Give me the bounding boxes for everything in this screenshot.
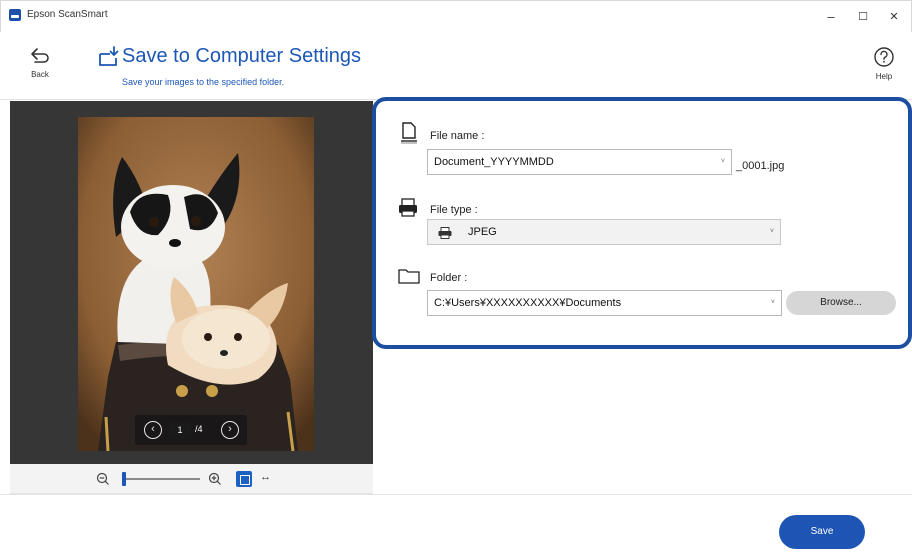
scanned-photo-preview[interactable]: [78, 117, 314, 451]
dog-photo-image: [78, 117, 314, 451]
zoom-in-icon[interactable]: [208, 472, 222, 486]
help-label: Help: [875, 72, 893, 81]
next-page-button[interactable]: ›: [221, 421, 239, 439]
title-bar: Epson ScanSmart – ☐ ✕: [0, 0, 912, 32]
zoom-out-icon[interactable]: [96, 472, 110, 486]
previous-page-button[interactable]: ‹: [144, 421, 162, 439]
back-arrow-icon: [31, 48, 49, 63]
zoom-slider-track[interactable]: [122, 478, 200, 480]
folder-dropdown-icon[interactable]: ˅: [771, 291, 775, 315]
folder-icon: [398, 269, 420, 284]
page-header: Back Save to Computer Settings Save your…: [0, 32, 912, 100]
file-type-value: JPEG: [468, 226, 497, 238]
help-icon: [874, 47, 894, 67]
jpeg-format-icon: [438, 227, 452, 239]
fit-to-window-icon[interactable]: [236, 471, 252, 487]
file-name-icon: [401, 122, 417, 144]
folder-label: Folder :: [430, 272, 468, 284]
file-name-suffix: _0001.jpg: [736, 160, 785, 172]
browse-button[interactable]: Browse...: [786, 291, 896, 315]
folder-path-combobox[interactable]: C:¥Users¥XXXXXXXXXX¥Documents ˅: [427, 290, 782, 316]
folder-path-value: C:¥Users¥XXXXXXXXXX¥Documents: [434, 297, 622, 309]
file-name-label: File name :: [430, 130, 485, 142]
file-name-combobox[interactable]: Document_YYYYMMDD ˅: [427, 149, 732, 175]
page-title: Save to Computer Settings: [122, 45, 362, 67]
app-icon: [9, 9, 21, 21]
window-title: Epson ScanSmart: [27, 9, 108, 20]
file-type-label: File type :: [430, 204, 478, 216]
file-type-dropdown-icon[interactable]: ˅: [770, 220, 774, 244]
help-button[interactable]: Help: [866, 46, 902, 90]
total-pages-label: /4: [195, 424, 203, 434]
footer-divider: [0, 494, 912, 495]
file-type-select[interactable]: JPEG ˅: [427, 219, 781, 245]
file-type-icon: [399, 198, 417, 217]
zoom-slider-thumb[interactable]: [122, 472, 126, 486]
zoom-toolbar: ↔: [10, 464, 373, 494]
maximize-button[interactable]: ☐: [853, 7, 873, 27]
back-label: Back: [31, 70, 49, 79]
save-button[interactable]: Save: [779, 515, 865, 549]
close-button[interactable]: ✕: [884, 7, 904, 27]
minimize-button[interactable]: –: [821, 7, 841, 27]
current-page-field[interactable]: 1: [169, 422, 191, 438]
back-button[interactable]: Back: [22, 46, 58, 90]
save-settings-panel: File name : Document_YYYYMMDD ˅ _0001.jp…: [372, 97, 912, 349]
save-to-computer-icon: [99, 46, 119, 66]
file-name-value: Document_YYYYMMDD: [434, 156, 554, 168]
file-name-dropdown-icon[interactable]: ˅: [721, 150, 725, 174]
image-preview-pane: ‹ 1 /4 ›: [10, 101, 373, 464]
actual-size-icon[interactable]: ↔: [260, 471, 271, 483]
page-subtitle: Save your images to the specified folder…: [122, 77, 285, 87]
page-navigator: ‹ 1 /4 ›: [135, 415, 247, 445]
